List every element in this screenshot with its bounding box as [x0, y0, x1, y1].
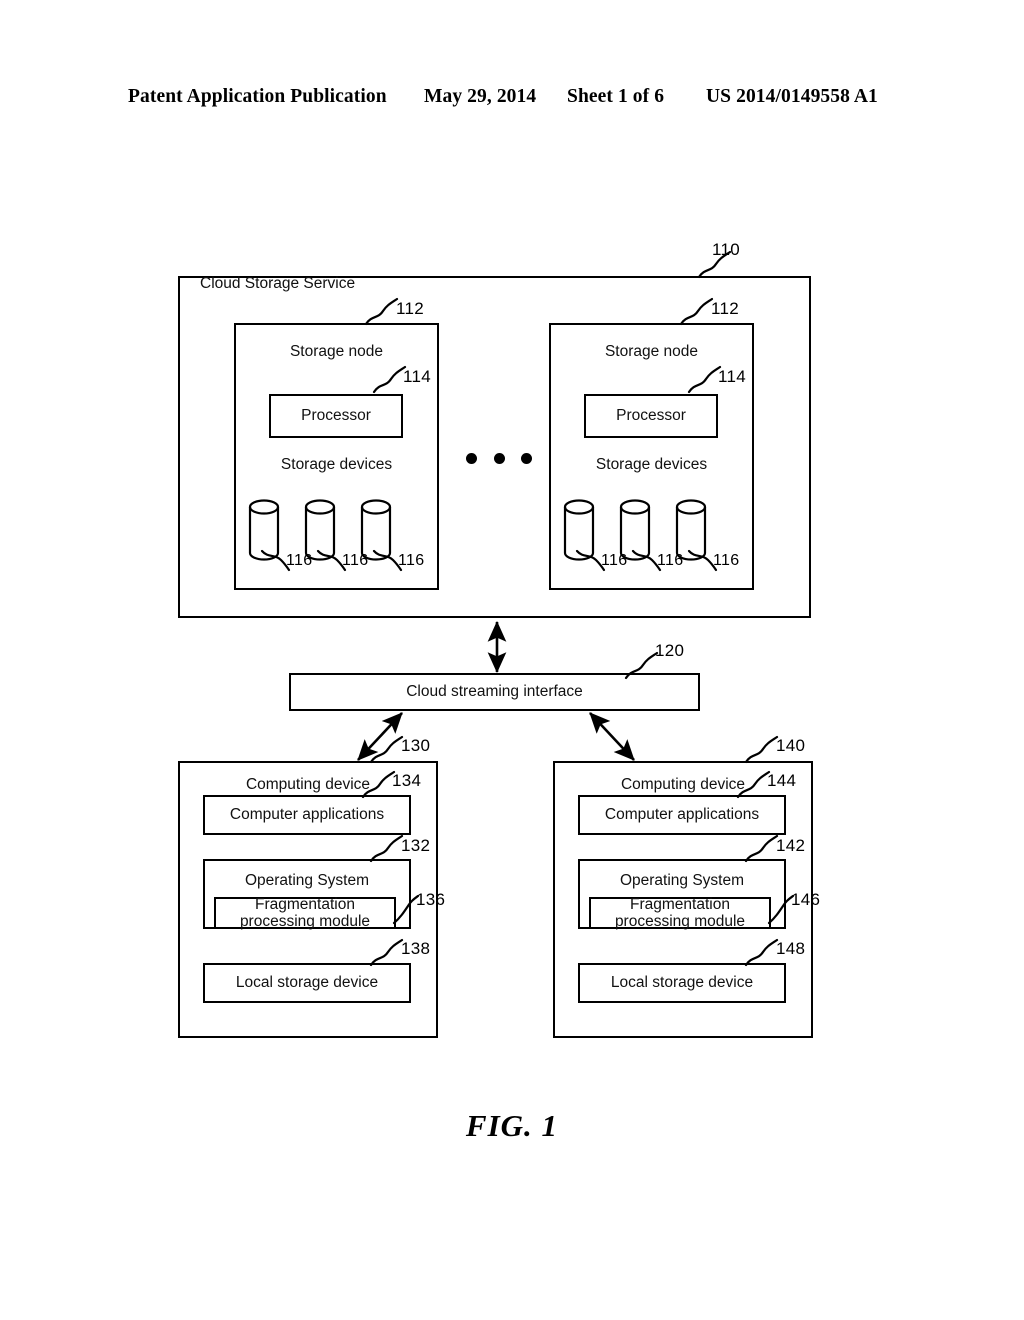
figure-caption: FIG. 1 — [465, 1108, 559, 1143]
storage-devices-label-right: Storage devices — [595, 456, 708, 473]
storage-devices-label-left: Storage devices — [280, 456, 393, 473]
storage-node-title-right: Storage node — [604, 343, 699, 360]
fragmentation-module-line1: Fragmentation — [630, 895, 730, 913]
ref-130: 130 — [401, 736, 431, 755]
fragmentation-module-line1: Fragmentation — [255, 895, 355, 913]
ref-114-right: 114 — [718, 367, 747, 386]
computer-applications-box-144: Computer applications — [578, 795, 786, 835]
ref-120: 120 — [655, 641, 685, 660]
ref-112-left: 112 — [396, 299, 425, 318]
fragmentation-module-line2: processing module — [614, 913, 746, 930]
fragmentation-processing-module-box-146: Fragmentation processing module — [589, 895, 771, 930]
operating-system-label-142: Operating System — [619, 872, 745, 889]
publication-title: Patent Application Publication — [128, 86, 387, 107]
ellipsis-dot — [521, 453, 532, 464]
arrow-interface-to-device-130 — [357, 712, 403, 761]
ref-116-right-3: 116 — [713, 552, 740, 569]
local-storage-device-box-148: Local storage device — [578, 963, 786, 1003]
ref-140: 140 — [776, 736, 806, 755]
ellipsis-dot — [494, 453, 505, 464]
cloud-storage-service-title: Cloud Storage Service — [200, 275, 356, 292]
ref-114-left: 114 — [403, 367, 432, 386]
arrow-interface-to-device-140 — [589, 712, 635, 761]
cloud-streaming-interface-box: Cloud streaming interface — [289, 673, 700, 711]
ref-142: 142 — [776, 836, 806, 855]
ref-134: 134 — [392, 771, 422, 790]
fragmentation-module-line2: processing module — [239, 913, 371, 930]
page-header: Patent Application Publication May 29, 2… — [0, 86, 1024, 112]
patent-number: US 2014/0149558 A1 — [706, 86, 878, 107]
ref-116-right-2: 116 — [657, 552, 684, 569]
ref-146: 146 — [791, 890, 821, 909]
processor-box-left: Processor — [269, 394, 403, 438]
computer-applications-box-134: Computer applications — [203, 795, 411, 835]
ellipsis-dot — [466, 453, 477, 464]
ref-116-right-1: 116 — [601, 552, 628, 569]
leader-130 — [369, 735, 404, 764]
ref-116-left-3: 116 — [398, 552, 425, 569]
leader-140 — [744, 735, 779, 764]
fragmentation-processing-module-box-136: Fragmentation processing module — [214, 895, 396, 930]
ref-148: 148 — [776, 939, 806, 958]
sheet-number: Sheet 1 of 6 — [567, 86, 665, 107]
operating-system-label-132: Operating System — [244, 872, 370, 889]
processor-box-right: Processor — [584, 394, 718, 438]
ref-136: 136 — [416, 890, 446, 909]
ref-112-right: 112 — [711, 299, 740, 318]
ref-138: 138 — [401, 939, 431, 958]
ref-116-left-1: 116 — [286, 552, 313, 569]
ref-116-left-2: 116 — [342, 552, 369, 569]
ref-110: 110 — [712, 240, 741, 259]
ref-132: 132 — [401, 836, 431, 855]
publication-date: May 29, 2014 — [424, 86, 537, 107]
ref-144: 144 — [767, 771, 797, 790]
local-storage-device-box-138: Local storage device — [203, 963, 411, 1003]
storage-node-title-left: Storage node — [289, 343, 384, 360]
